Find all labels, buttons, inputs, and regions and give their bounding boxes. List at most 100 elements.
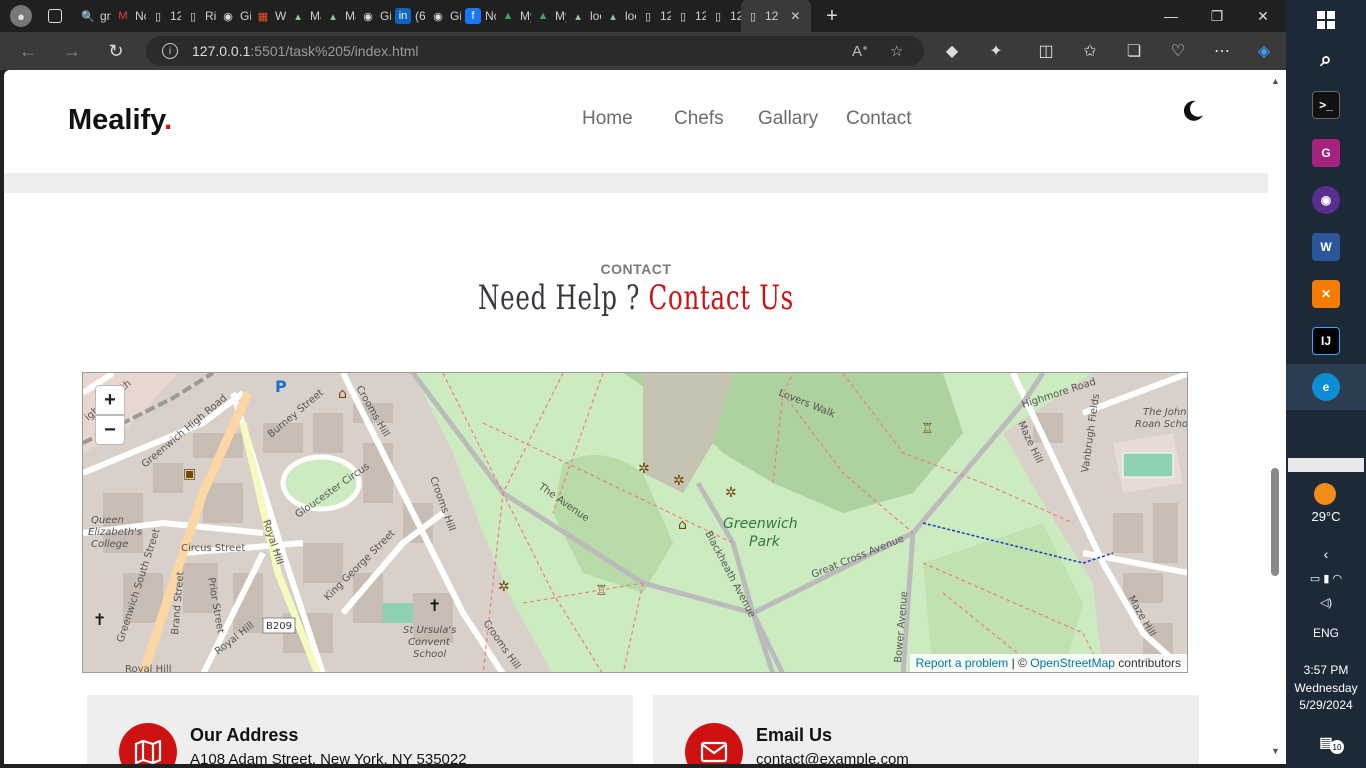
windows-start-icon[interactable]	[1312, 6, 1340, 34]
address-card: Our Address A108 Adam Street, New York, …	[87, 695, 633, 764]
browser-tab[interactable]: ▴ Ma	[321, 0, 356, 32]
back-button[interactable]: ←	[6, 32, 50, 70]
tab-label: Gi	[450, 9, 461, 23]
browser-tab[interactable]: ▴ Ma	[286, 0, 321, 32]
site-header: Mealify. Home Chefs Gallary Contact	[4, 70, 1268, 173]
puzzle-icon[interactable]: ✦	[974, 32, 1018, 70]
tab-actions-icon[interactable]	[48, 9, 62, 23]
page-icon: ▯	[675, 8, 691, 24]
svg-text:✲: ✲	[638, 461, 650, 477]
map-zoom-in-button[interactable]: +	[95, 385, 125, 415]
edge-icon[interactable]: e	[1312, 373, 1340, 401]
intellij-icon[interactable]: IJ	[1312, 327, 1340, 355]
nav-contact[interactable]: Contact	[846, 108, 911, 130]
tray-scroll[interactable]	[1288, 458, 1364, 472]
browser-tab[interactable]: ◉ Gi	[216, 0, 251, 32]
st-ursula-label-3: School	[413, 649, 446, 660]
scroll-down-icon[interactable]: ▼	[1271, 746, 1280, 756]
browser-tab[interactable]: ▴ loc	[566, 0, 601, 32]
queen-label-2: Elizabeth's	[88, 527, 142, 538]
nav-gallary[interactable]: Gallary	[758, 108, 846, 130]
contact-subtitle: CONTACT	[600, 261, 672, 277]
browser-tab[interactable]: ▯ 12	[671, 0, 706, 32]
browser-tab[interactable]: ▲ My	[531, 0, 566, 32]
browser-tab[interactable]: f Nc	[461, 0, 496, 32]
browser-tab[interactable]: ▯ 12	[636, 0, 671, 32]
browser-tab[interactable]: ▯ 12	[706, 0, 741, 32]
park-label-2: Park	[749, 534, 781, 550]
osm-link[interactable]: OpenStreetMap	[1030, 656, 1115, 670]
xampp-icon[interactable]: ✕	[1312, 280, 1340, 308]
restore-button[interactable]: ❐	[1194, 0, 1240, 32]
tab-label: (6)	[415, 9, 426, 23]
report-problem-link[interactable]: Report a problem	[916, 656, 1009, 670]
map-attribution: Report a problem | © OpenStreetMap contr…	[909, 654, 1187, 672]
weather-temp[interactable]: 29°C	[1286, 509, 1366, 524]
read-aloud-icon[interactable]: A͏ᐩ	[852, 42, 868, 60]
word-icon[interactable]: W	[1312, 233, 1340, 261]
scrollbar-thumb[interactable]	[1271, 468, 1279, 576]
contact-title-accent: Contact Us	[648, 278, 794, 318]
browser-tab[interactable]: ◉ Gi	[426, 0, 461, 32]
profile-avatar[interactable]: ●	[10, 5, 32, 27]
browser-tab[interactable]: ▯ 12	[146, 0, 181, 32]
chevron-left-icon[interactable]: ‹	[1286, 546, 1366, 562]
nav-chefs[interactable]: Chefs	[674, 108, 758, 130]
refresh-button[interactable]: ↻	[94, 32, 138, 70]
active-browser-tab[interactable]: ▯ 12 ✕	[741, 0, 811, 32]
browser-tab[interactable]: ▦ Wi	[251, 0, 286, 32]
browser-tab[interactable]: ▴ loc	[601, 0, 636, 32]
tray-icons[interactable]: ▭ ▮ ◠	[1286, 572, 1366, 585]
browser-tab[interactable]: 🔍 gn	[76, 0, 111, 32]
copilot-icon[interactable]: ◈	[1242, 32, 1286, 70]
terminal-icon[interactable]: >_	[1312, 91, 1340, 119]
page-scrollbar[interactable]: ▲ ▼	[1268, 70, 1286, 764]
favorite-star-icon[interactable]: ☆	[890, 42, 903, 60]
scroll-up-icon[interactable]: ▲	[1271, 76, 1280, 86]
new-tab-button[interactable]: +	[821, 5, 843, 27]
tab-label: gn	[100, 9, 111, 23]
clock-time[interactable]: 3:57 PM	[1286, 663, 1366, 677]
microsoft-icon: ▦	[255, 8, 271, 24]
browser-tab[interactable]: ▯ Ris	[181, 0, 216, 32]
browser-tab[interactable]: in (6)	[391, 0, 426, 32]
web-page: Mealify. Home Chefs Gallary Contact CONT…	[4, 70, 1268, 764]
map-icon	[119, 723, 177, 764]
favorites-icon[interactable]: ✩	[1068, 32, 1112, 70]
app-icon: ▴	[570, 8, 586, 24]
health-icon[interactable]: ♡	[1156, 32, 1200, 70]
browser-tab[interactable]: ◉ Gi	[356, 0, 391, 32]
url-input[interactable]: i 127.0.0.1:5501/task%205/index.html A͏ᐩ…	[146, 36, 924, 66]
map-zoom-out-button[interactable]: −	[95, 415, 125, 445]
forward-button[interactable]: →	[50, 32, 94, 70]
search-icon[interactable]: ⌕	[1312, 46, 1340, 74]
tab-label: 12	[730, 9, 741, 23]
svg-text:⌂: ⌂	[678, 517, 687, 533]
language-indicator[interactable]: ENG	[1286, 626, 1366, 640]
clock-day[interactable]: Wednesday	[1286, 681, 1366, 695]
contact-title: Need Help ? Contact Us	[181, 278, 1091, 318]
github-desktop-icon[interactable]: ◉	[1312, 186, 1340, 214]
dark-mode-moon-icon[interactable]	[1182, 100, 1204, 122]
volume-icon[interactable]: ◁)	[1286, 596, 1366, 609]
browser-tab[interactable]: ▲ My	[496, 0, 531, 32]
collections-icon[interactable]: ❏	[1112, 32, 1156, 70]
map-tiles: ⌂✲✲ ✲⌂✲ ♖♖▣ ✝✝ P Greenwich Park The Aven…	[83, 373, 1187, 672]
clock-date[interactable]: 5/29/2024	[1286, 698, 1366, 712]
email-value[interactable]: contact@example.com	[756, 751, 909, 764]
envelope-icon	[685, 723, 743, 764]
close-window-button[interactable]: ✕	[1240, 0, 1286, 32]
more-menu-icon[interactable]: ⋯	[1200, 32, 1244, 70]
site-logo[interactable]: Mealify.	[68, 104, 172, 137]
info-icon[interactable]: i	[162, 43, 178, 59]
browser-tab[interactable]: M Nc	[111, 0, 146, 32]
map-embed[interactable]: ⌂ ✲ ✲ ✲ ⌂ ✲ ♖ ♖ ▣ ✝ ✝ P Greenwich Park The Aven…	[82, 372, 1188, 673]
nav-home[interactable]: Home	[582, 108, 674, 130]
minimize-button[interactable]: —	[1148, 0, 1194, 32]
pdf-app-icon[interactable]: G	[1312, 139, 1340, 167]
svg-text:P: P	[275, 377, 287, 396]
close-tab-icon[interactable]: ✕	[790, 9, 800, 23]
tab-label: Ma	[345, 9, 356, 23]
split-screen-icon[interactable]: ◫	[1024, 32, 1068, 70]
extension-icon[interactable]: ◆	[930, 32, 974, 70]
